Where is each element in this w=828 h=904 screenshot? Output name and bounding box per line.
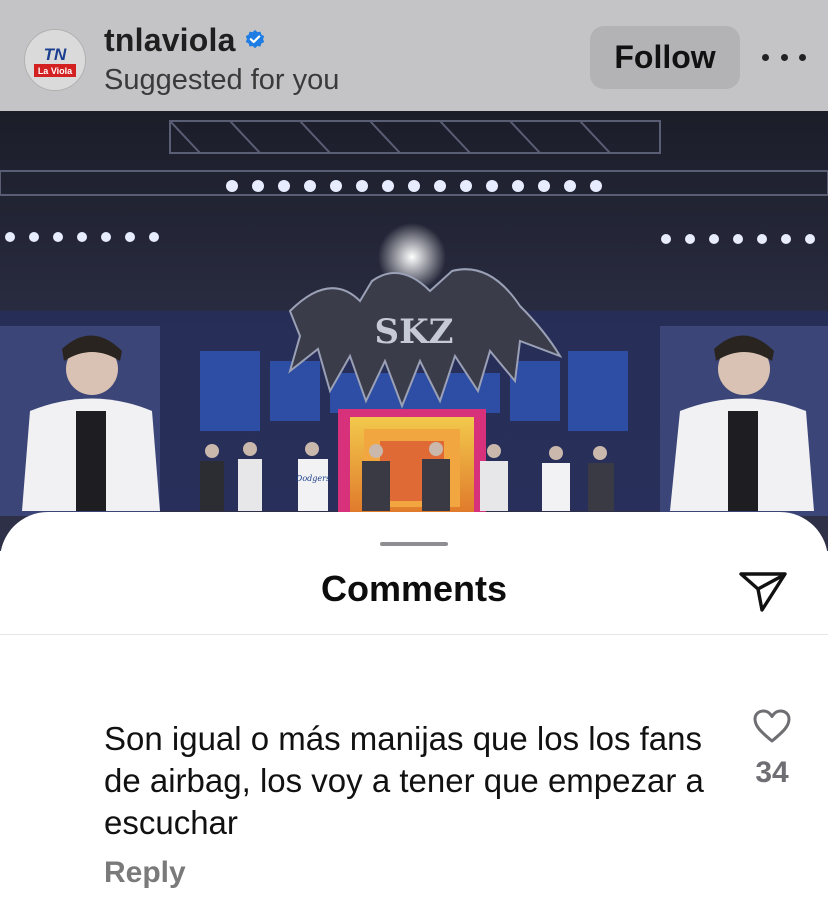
avatar-text-bottom: La Viola (38, 66, 73, 76)
more-options-icon[interactable] (762, 42, 806, 72)
reply-button[interactable]: Reply (104, 856, 186, 890)
comments-title: Comments (320, 568, 508, 609)
right-screen (660, 326, 828, 516)
suggested-label: Suggested for you (104, 64, 340, 96)
username[interactable]: tnlaviola (104, 22, 236, 59)
username-row: tnlaviola (104, 20, 266, 60)
avatar-text-top: TN (44, 45, 67, 64)
heart-outline-icon[interactable] (752, 708, 792, 744)
shirt-text: Dodgers (295, 474, 330, 483)
post-header: TN La Viola tnlaviola Suggested for you … (0, 0, 828, 111)
verified-badge-icon (245, 29, 264, 49)
stage-logo-text: SKZ (375, 312, 454, 352)
left-screen (0, 326, 160, 516)
like-count: 34 (755, 756, 789, 789)
send-icon[interactable] (738, 570, 788, 614)
comment-text: Son igual o más manijas que los los fans… (104, 720, 704, 841)
drag-handle[interactable] (380, 542, 448, 546)
profile-avatar[interactable]: TN La Viola (24, 29, 86, 91)
sheet-divider (0, 634, 828, 635)
tn-logo-icon: TN La Viola (25, 30, 85, 90)
comments-sheet: Comments Son igual o más manijas que los… (0, 512, 828, 904)
stage-doorway (338, 409, 486, 519)
follow-button[interactable]: Follow (590, 26, 740, 89)
post-image[interactable]: SKZ Dodgers (0, 111, 828, 551)
